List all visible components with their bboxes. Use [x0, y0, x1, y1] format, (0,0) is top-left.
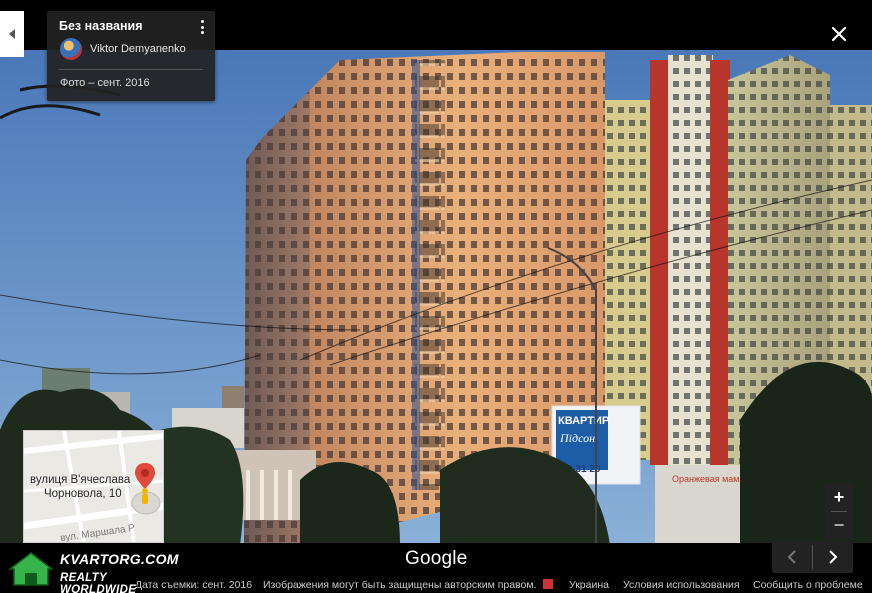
terms-link[interactable]: Условия использования [623, 579, 740, 591]
close-icon [831, 26, 847, 42]
country-flag-icon [543, 579, 553, 589]
zoom-controls: + − [825, 483, 853, 539]
zoom-in-button[interactable]: + [825, 483, 853, 511]
billboard-line-1: КВАРТИР [558, 415, 609, 427]
chevron-left-icon [9, 29, 15, 39]
country-link[interactable]: Украина [569, 579, 609, 591]
next-button[interactable] [813, 541, 853, 573]
street-view-viewer[interactable]: КВАРТИР Підсон 593 31 20 Оранжевая мамы [0, 0, 872, 593]
panorama-info-card: Без названия Viktor Demyanenko Фото – се… [47, 11, 215, 101]
minimap-place-label: вулиця В'ячеслава Чорновола, 10 [30, 473, 130, 501]
minimap[interactable]: вулиця В'ячеслава Чорновола, 10 вул. Мар… [23, 430, 164, 543]
blue-glazing [412, 60, 420, 490]
author-avatar[interactable] [60, 38, 82, 60]
photo-date: Фото – сент. 2016 [60, 77, 150, 89]
close-button[interactable] [827, 22, 851, 46]
divider [59, 69, 203, 70]
watermark-line1: KVARTORG.COM [60, 551, 179, 567]
author-name[interactable]: Viktor Demyanenko [90, 43, 186, 55]
house-logo-icon [8, 552, 54, 586]
chevron-left-icon [787, 550, 796, 564]
more-vert-icon[interactable] [195, 18, 209, 36]
watermark-line2: REALTY WORLDWIDE [60, 572, 137, 593]
minimap-place-line2: Чорновола, 10 [44, 488, 122, 500]
panorama-title: Без названия [59, 19, 143, 33]
chevron-right-icon [829, 550, 838, 564]
google-logo: Google [405, 548, 468, 569]
zoom-out-button[interactable]: − [825, 511, 853, 539]
collapse-panel-button[interactable] [0, 11, 24, 57]
billboard-line-2: Підсон [559, 431, 595, 445]
shop-sign: Оранжевая мамы [672, 474, 746, 484]
red-stripe [710, 60, 730, 465]
minimap-place-line1: вулиця В'ячеслава [30, 474, 131, 486]
pegman-icon[interactable] [132, 461, 158, 507]
panorama-nav [772, 541, 853, 573]
copyright-notice: Изображения могут быть защищены авторски… [263, 579, 537, 591]
watermark: KVARTORG.COM REALTY WORLDWIDE [8, 549, 180, 593]
previous-button[interactable] [772, 541, 812, 573]
trees-left-2 [160, 426, 244, 545]
report-problem-link[interactable]: Сообщить о проблеме [753, 579, 863, 591]
